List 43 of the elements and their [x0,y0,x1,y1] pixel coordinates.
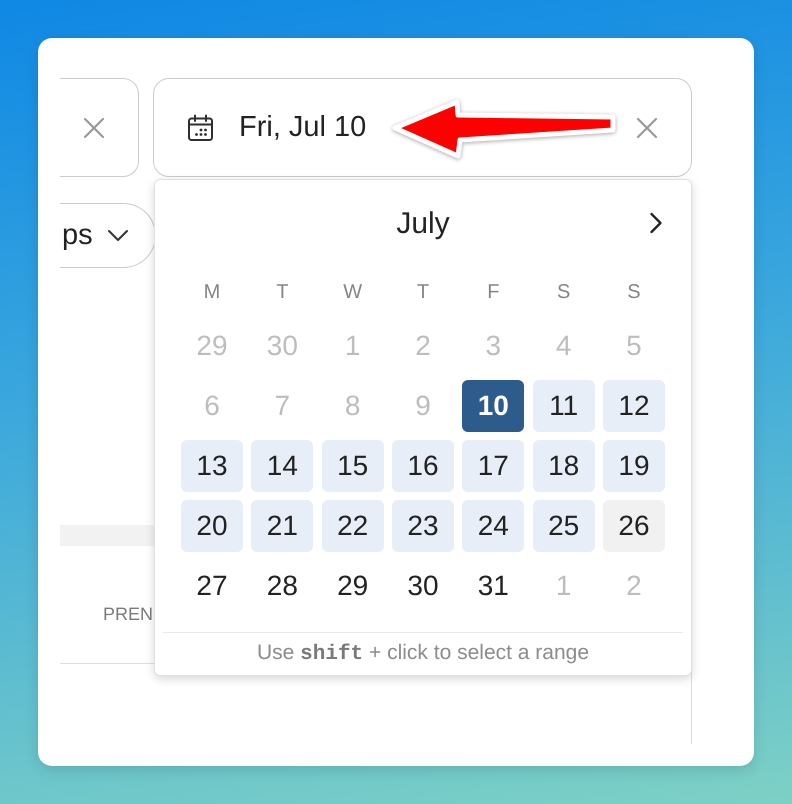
day-cell[interactable]: 22 [322,500,384,552]
day-cell[interactable]: 25 [532,500,595,552]
weekday-label: S [556,280,570,304]
day-cell[interactable]: 26 [602,500,665,552]
filter-field[interactable] [60,78,139,177]
day-cell[interactable]: 14 [251,440,314,492]
next-month-button[interactable] [649,212,663,234]
day-cell[interactable]: 13 [181,440,243,492]
day-cell[interactable]: 21 [251,500,314,552]
day-cell[interactable]: 29 [322,560,384,612]
day-cell[interactable]: 27 [181,560,243,612]
day-cell[interactable]: 28 [251,560,314,612]
date-field[interactable]: Fri, Jul 10 [153,78,692,177]
day-cell[interactable]: 10 [462,380,524,432]
clear-button[interactable] [636,116,658,138]
day-cell[interactable]: 17 [462,440,524,492]
day-cell[interactable]: 30 [392,560,454,612]
day-cell[interactable]: 19 [602,440,665,492]
clear-button[interactable] [83,116,105,138]
month-title: July [396,206,450,240]
dropdown[interactable]: ps [60,203,156,268]
column-header: PREN [103,603,154,626]
hint-text: Use shift + click to select a range [256,640,590,668]
close-icon [636,116,658,138]
day-cell[interactable]: 15 [322,440,384,492]
chevron-right-icon [649,212,663,234]
day-cell[interactable]: 24 [462,500,524,552]
weekday-label: W [343,280,362,304]
day-cell[interactable]: 18 [532,440,595,492]
weekday-label: T [416,280,430,304]
weekday-label: F [487,280,500,304]
day-cell[interactable]: 23 [392,500,454,552]
day-cell[interactable]: 11 [532,380,595,432]
weekday-label: M [204,280,220,304]
day-cell[interactable]: 12 [602,380,665,432]
chevron-down-icon [106,229,129,242]
day-cell[interactable]: 16 [392,440,454,492]
weekday-label: S [627,280,641,304]
day-cell[interactable]: 31 [462,560,524,612]
close-icon [83,116,105,138]
weekday-label: T [276,280,288,304]
calendar-icon [187,114,214,142]
day-cell[interactable]: 20 [181,500,243,552]
